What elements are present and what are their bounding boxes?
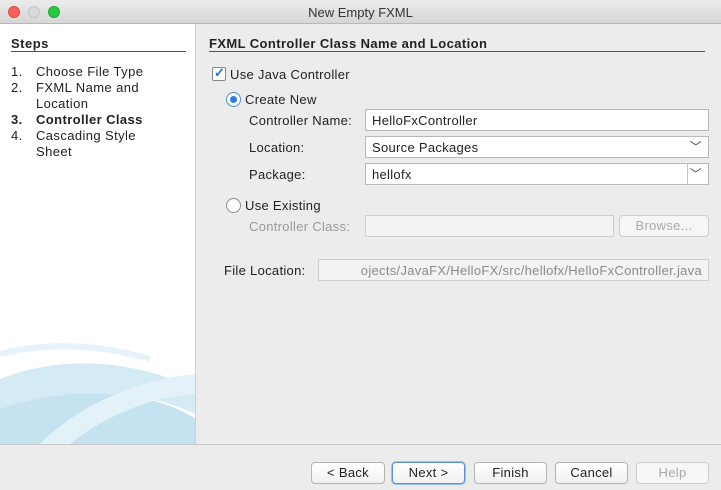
step-item: 4. Cascading Style Sheet bbox=[11, 128, 161, 160]
location-label: Location: bbox=[249, 140, 305, 155]
decorative-swoosh-graphic bbox=[0, 343, 195, 444]
step-label: FXML Name and Location bbox=[36, 80, 139, 111]
help-button[interactable]: Help bbox=[636, 462, 709, 484]
steps-title: Steps bbox=[11, 36, 49, 51]
create-new-radio[interactable] bbox=[226, 92, 241, 107]
step-label: Controller Class bbox=[36, 112, 143, 127]
section-divider bbox=[209, 51, 705, 52]
window-title: New Empty FXML bbox=[308, 5, 413, 20]
use-existing-label[interactable]: Use Existing bbox=[245, 198, 321, 213]
step-label: Choose File Type bbox=[36, 64, 144, 79]
chevron-down-icon[interactable]: ﹀ bbox=[690, 165, 702, 182]
wizard-footer: < Back Next > Finish Cancel Help bbox=[0, 444, 721, 490]
use-existing-radio[interactable] bbox=[226, 198, 241, 213]
package-label: Package: bbox=[249, 167, 306, 182]
create-new-label[interactable]: Create New bbox=[245, 92, 317, 107]
cancel-button[interactable]: Cancel bbox=[555, 462, 628, 484]
use-java-controller-checkbox[interactable]: ✓ bbox=[212, 65, 226, 81]
radio-selected-dot bbox=[230, 96, 237, 103]
file-location-label: File Location: bbox=[224, 263, 306, 278]
file-location-field[interactable]: ojects/JavaFX/HelloFX/src/hellofx/HelloF… bbox=[318, 259, 709, 281]
next-button[interactable]: Next > bbox=[392, 462, 465, 484]
step-number: 4. bbox=[11, 128, 23, 143]
back-button[interactable]: < Back bbox=[311, 462, 385, 484]
steps-list: 1. Choose File Type 2. FXML Name and Loc… bbox=[11, 64, 191, 160]
steps-divider bbox=[11, 51, 186, 52]
controller-class-input[interactable] bbox=[365, 215, 614, 237]
use-java-controller-label[interactable]: Use Java Controller bbox=[230, 67, 350, 82]
browse-button[interactable]: Browse... bbox=[619, 215, 709, 237]
step-item: 1. Choose File Type bbox=[11, 64, 166, 80]
content-panel: FXML Controller Class Name and Location … bbox=[197, 24, 721, 444]
location-value: Source Packages bbox=[372, 140, 479, 155]
step-number: 1. bbox=[11, 64, 23, 79]
package-combobox[interactable]: hellofx ﹀ bbox=[365, 163, 709, 185]
step-label: Cascading Style Sheet bbox=[36, 128, 136, 159]
step-item: 2. FXML Name and Location bbox=[11, 80, 161, 112]
checkmark-icon: ✓ bbox=[214, 65, 225, 80]
finish-button[interactable]: Finish bbox=[474, 462, 547, 484]
controller-name-input[interactable]: HelloFxController bbox=[365, 109, 709, 131]
step-number: 3. bbox=[11, 112, 23, 127]
controller-class-label: Controller Class: bbox=[249, 219, 351, 234]
controller-name-label: Controller Name: bbox=[249, 113, 353, 128]
window-titlebar: New Empty FXML bbox=[0, 0, 721, 24]
step-item-current: 3. Controller Class bbox=[11, 112, 186, 128]
package-value: hellofx bbox=[372, 167, 412, 182]
location-select[interactable]: Source Packages ﹀ bbox=[365, 136, 709, 158]
chevron-down-icon: ﹀ bbox=[689, 140, 702, 154]
section-title: FXML Controller Class Name and Location bbox=[209, 36, 488, 51]
step-number: 2. bbox=[11, 80, 23, 95]
combo-separator bbox=[687, 164, 688, 184]
steps-panel: Steps 1. Choose File Type 2. FXML Name a… bbox=[0, 24, 196, 444]
